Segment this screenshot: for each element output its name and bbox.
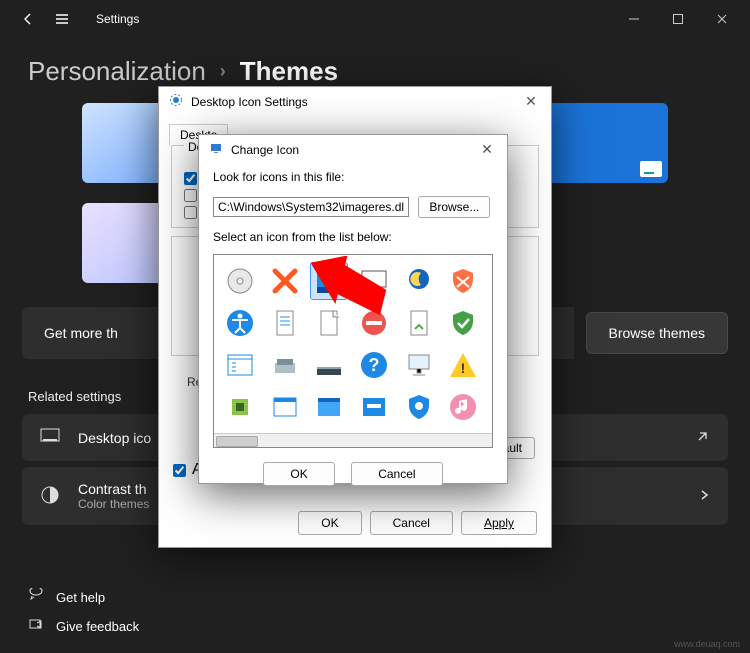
cancel-button[interactable]: Cancel xyxy=(370,511,453,535)
chevron-right-icon: › xyxy=(220,61,226,82)
close-icon[interactable]: ✕ xyxy=(521,93,541,110)
browse-themes-button[interactable]: Browse themes xyxy=(586,312,728,354)
shield-green-icon[interactable] xyxy=(445,305,481,341)
icon-path-input[interactable] xyxy=(213,197,409,217)
contrast-icon xyxy=(40,485,62,508)
look-for-label: Look for icons in this file: xyxy=(199,164,507,190)
desktop-icon xyxy=(40,428,62,447)
window-titlebar: Settings xyxy=(0,0,750,38)
screen-stand-icon[interactable] xyxy=(401,347,437,383)
checkbox[interactable] xyxy=(184,189,197,202)
horizontal-scrollbar[interactable] xyxy=(214,433,492,447)
drive-dark-icon[interactable] xyxy=(311,347,347,383)
footer: Get help Give feedback xyxy=(28,583,139,641)
ok-button[interactable]: OK xyxy=(263,462,334,486)
row-label: Desktop ico xyxy=(78,430,151,446)
row-sublabel: Color themes xyxy=(78,497,149,511)
annotation-arrow xyxy=(306,256,396,336)
apply-button[interactable]: Apply xyxy=(461,511,537,535)
shield-blue-icon[interactable] xyxy=(401,389,437,425)
svg-text:?: ? xyxy=(369,355,380,375)
drive-icon[interactable] xyxy=(267,347,303,383)
dialog-title: Desktop Icon Settings xyxy=(191,95,308,109)
external-link-icon xyxy=(696,429,710,446)
back-icon[interactable] xyxy=(20,11,36,27)
computer-icon xyxy=(209,141,223,158)
list-window-icon[interactable] xyxy=(222,347,258,383)
help-icon[interactable]: ? xyxy=(356,347,392,383)
row-label: Contrast th xyxy=(78,481,149,497)
checkbox[interactable] xyxy=(173,464,186,477)
help-chat-icon xyxy=(28,588,44,607)
watermark: www.deuaq.com xyxy=(674,639,740,649)
checkbox[interactable] xyxy=(184,206,197,219)
window-title: Settings xyxy=(96,12,139,26)
window-blue-icon[interactable] xyxy=(311,389,347,425)
disc-icon[interactable] xyxy=(222,263,258,299)
svg-text:!: ! xyxy=(461,360,466,376)
shield-orange-icon[interactable] xyxy=(445,263,481,299)
window-icon[interactable] xyxy=(267,389,303,425)
minimize-button[interactable] xyxy=(614,4,654,34)
maximize-button[interactable] xyxy=(658,4,698,34)
ok-button[interactable]: OK xyxy=(298,511,361,535)
moon-shield-icon[interactable] xyxy=(401,263,437,299)
dialog-title: Change Icon xyxy=(231,143,299,157)
breadcrumb-current: Themes xyxy=(240,56,338,87)
menu-icon[interactable] xyxy=(54,11,70,27)
warning-icon[interactable]: ! xyxy=(445,347,481,383)
select-icon-label: Select an icon from the list below: xyxy=(199,224,507,250)
close-icon[interactable]: ✕ xyxy=(477,141,497,158)
music-icon[interactable] xyxy=(445,389,481,425)
chevron-right-icon xyxy=(698,488,710,504)
get-help-link[interactable]: Get help xyxy=(28,583,139,612)
feedback-icon xyxy=(28,617,44,636)
gear-icon xyxy=(169,93,183,110)
breadcrumb-parent[interactable]: Personalization xyxy=(28,56,206,87)
theme-thumb[interactable] xyxy=(539,103,668,183)
cancel-button[interactable]: Cancel xyxy=(351,462,442,486)
document-lines-icon[interactable] xyxy=(267,305,303,341)
browse-button[interactable]: Browse... xyxy=(418,196,490,218)
x-red-icon[interactable] xyxy=(267,263,303,299)
cpu-icon[interactable] xyxy=(222,389,258,425)
document-arrow-icon[interactable] xyxy=(401,305,437,341)
window-app-icon[interactable] xyxy=(356,389,392,425)
give-feedback-link[interactable]: Give feedback xyxy=(28,612,139,641)
close-button[interactable] xyxy=(702,4,742,34)
checkbox[interactable] xyxy=(184,172,197,185)
accessibility-icon[interactable] xyxy=(222,305,258,341)
